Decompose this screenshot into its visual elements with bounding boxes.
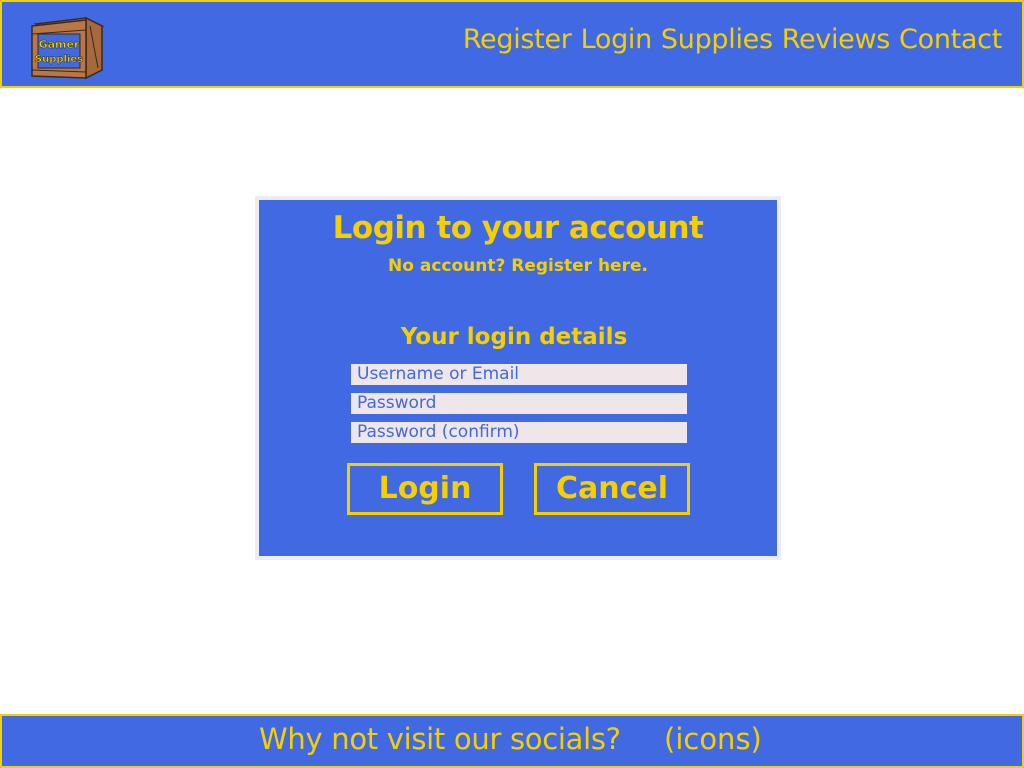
site-footer: Why not visit our socials? (icons) <box>0 714 1024 768</box>
username-email-field[interactable] <box>351 364 687 385</box>
register-link[interactable]: No account? Register here. <box>259 256 777 276</box>
svg-text:Gamer: Gamer <box>39 38 80 51</box>
nav-login-link[interactable]: Login <box>581 24 653 55</box>
password-field[interactable] <box>351 393 687 414</box>
nav-reviews-link[interactable]: Reviews <box>782 24 891 55</box>
nav-supplies-link[interactable]: Supplies <box>661 24 773 55</box>
social-icons-placeholder[interactable]: (icons) <box>664 722 762 756</box>
login-button[interactable]: Login <box>347 463 503 515</box>
main-nav: Register Login Supplies Reviews Contact <box>463 24 1002 55</box>
login-title: Login to your account <box>332 210 704 246</box>
nav-register-link[interactable]: Register <box>463 24 572 55</box>
password-confirm-field[interactable] <box>351 422 687 443</box>
login-details-heading: Your login details <box>400 324 628 350</box>
socials-prompt: Why not visit our socials? <box>259 722 621 756</box>
svg-text:Supplies: Supplies <box>35 54 83 65</box>
gamer-supplies-logo[interactable]: Gamer Supplies <box>30 12 104 80</box>
login-panel: Login to your account No account? Regist… <box>255 196 781 560</box>
cancel-button[interactable]: Cancel <box>534 463 690 515</box>
nav-contact-link[interactable]: Contact <box>899 24 1002 55</box>
site-header: Gamer Supplies Register Login Supplies R… <box>0 0 1024 88</box>
